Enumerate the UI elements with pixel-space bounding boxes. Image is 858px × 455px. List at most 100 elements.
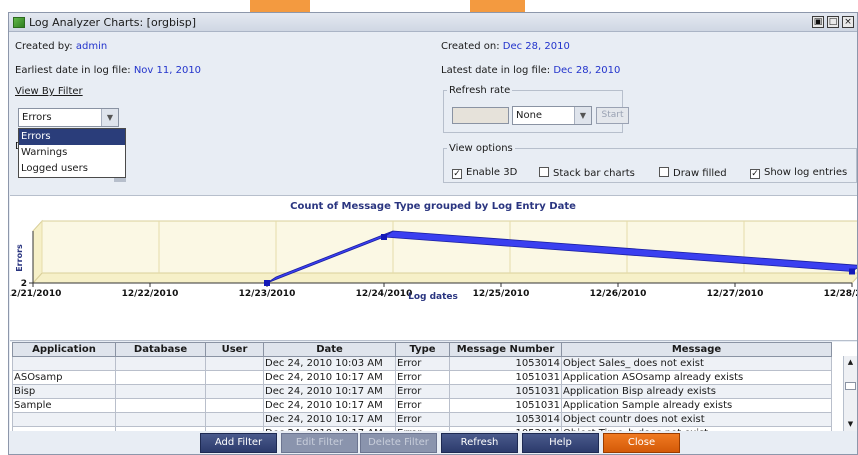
- cell-date: Dec 24, 2010 10:17 AM: [263, 370, 396, 385]
- checkbox-checked-icon[interactable]: ✓: [750, 169, 760, 179]
- cell-message: Application Bisp already exists: [561, 384, 832, 399]
- earliest-date-label: Earliest date in log file:: [15, 65, 131, 76]
- cell-database: [115, 398, 206, 413]
- show-log-entries-checkbox[interactable]: ✓ Show log entries: [750, 167, 847, 179]
- created-on: Created on: Dec 28, 2010: [441, 41, 570, 52]
- draw-filled-checkbox[interactable]: Draw filled: [659, 167, 727, 179]
- edit-filter-button[interactable]: Edit Filter: [281, 433, 358, 453]
- table-row[interactable]: Dec 24, 2010 10:17 AMError1053014Object …: [12, 412, 832, 427]
- scroll-thumb[interactable]: [845, 382, 856, 390]
- chart-x-tick-label: 12/23/2010: [239, 289, 296, 299]
- column-header-application[interactable]: Application: [12, 342, 116, 357]
- cell-database: [115, 384, 206, 399]
- cell-date: Dec 24, 2010 10:17 AM: [263, 398, 396, 413]
- enable-3d-checkbox[interactable]: ✓ Enable 3D: [452, 167, 517, 179]
- draw-filled-label: Draw filled: [673, 168, 727, 179]
- app-icon: [13, 17, 25, 28]
- chart-x-tick-label: 12/22/2010: [122, 289, 179, 299]
- cell-date: Dec 24, 2010 10:03 AM: [263, 356, 396, 371]
- cell-date: Dec 24, 2010 10:17 AM: [263, 426, 396, 431]
- cell-message: Application Sample already exists: [561, 398, 832, 413]
- background-stripe-left: [250, 0, 310, 12]
- checkbox-unchecked-icon[interactable]: [539, 167, 549, 177]
- table-row[interactable]: Dec 24, 2010 10:17 AMError1053014Object …: [12, 426, 832, 431]
- latest-date-value: Dec 28, 2010: [553, 65, 621, 76]
- cell-application: [12, 356, 116, 371]
- chart-x-axis-label: Log dates: [408, 292, 458, 302]
- latest-date-label: Latest date in log file:: [441, 65, 551, 76]
- table-header-row: Application Database User Date Type Mess…: [12, 342, 832, 357]
- delete-filter-button[interactable]: Delete Filter: [360, 433, 437, 453]
- button-bar: Add Filter Edit Filter Delete Filter Ref…: [9, 432, 857, 454]
- show-log-entries-label: Show log entries: [764, 167, 848, 178]
- restore-icon[interactable]: ▣: [812, 16, 824, 28]
- checkbox-checked-icon[interactable]: ✓: [452, 169, 462, 179]
- earliest-date: Earliest date in log file: Nov 11, 2010: [15, 65, 201, 76]
- cell-type: Error: [395, 370, 450, 385]
- cell-user: [205, 412, 264, 427]
- scroll-down-icon[interactable]: ▼: [844, 420, 857, 428]
- cell-message: Object countr does not exist: [561, 412, 832, 427]
- filter-dropdown: Errors Warnings Logged users: [18, 128, 126, 178]
- column-header-message[interactable]: Message: [561, 342, 832, 357]
- cell-message-number: 1051031: [449, 398, 562, 413]
- filter-option-warnings[interactable]: Warnings: [19, 145, 125, 161]
- title-bar[interactable]: Log Analyzer Charts: [orgbisp] ▣ □ ×: [9, 13, 857, 32]
- column-header-database[interactable]: Database: [115, 342, 206, 357]
- column-header-type[interactable]: Type: [395, 342, 450, 357]
- created-by-value: admin: [75, 41, 108, 52]
- refresh-interval-selected: None: [516, 110, 543, 121]
- refresh-interval-combo[interactable]: None ▼: [512, 106, 592, 125]
- table-row[interactable]: Dec 24, 2010 10:03 AM Error 1053014 Object …: [12, 356, 832, 371]
- scroll-up-icon[interactable]: ▲: [844, 358, 857, 366]
- cell-message-number: 1053014: [449, 426, 562, 431]
- maximize-icon[interactable]: □: [827, 16, 839, 28]
- close-button[interactable]: Close: [603, 433, 680, 453]
- column-header-message-number[interactable]: Message Number: [449, 342, 562, 357]
- latest-date: Latest date in log file: Dec 28, 2010: [441, 65, 620, 76]
- chevron-down-icon[interactable]: ▼: [101, 109, 118, 126]
- cell-date: Dec 24, 2010 10:17 AM: [263, 384, 396, 399]
- checkbox-unchecked-icon[interactable]: [659, 167, 669, 177]
- chart-panel: Count of Message Type grouped by Log Ent…: [10, 195, 857, 341]
- chart-data-point: [264, 280, 270, 286]
- cell-database: [115, 426, 206, 431]
- cell-application: [12, 426, 116, 431]
- chart-y-axis-label: Errors: [15, 244, 24, 272]
- message-type-chart: Count of Message Type grouped by Log Ent…: [10, 201, 857, 302]
- chart-title: Count of Message Type grouped by Log Ent…: [290, 201, 576, 212]
- window-title: Log Analyzer Charts: [orgbisp]: [29, 16, 197, 29]
- chart-x-tick-label: 12/25/2010: [473, 289, 530, 299]
- stack-bar-charts-label: Stack bar charts: [553, 168, 635, 179]
- column-header-user[interactable]: User: [205, 342, 264, 357]
- log-entries-grid: Application Database User Date Type Mess…: [12, 342, 832, 431]
- close-icon[interactable]: ×: [842, 16, 854, 28]
- refresh-rate-field[interactable]: [452, 107, 509, 124]
- table-row[interactable]: Sample Dec 24, 2010 10:17 AM Error 1051031 A…: [12, 398, 832, 413]
- table-row[interactable]: ASOsamp Dec 24, 2010 10:17 AM Error 1051031…: [12, 370, 832, 385]
- start-button[interactable]: Start: [596, 107, 629, 124]
- chart-x-tick-label: 12/26/2010: [590, 289, 647, 299]
- chart-x-tick-label: 12/21/2010: [10, 289, 61, 299]
- table-row[interactable]: Bisp Dec 24, 2010 10:17 AM Error 1051031 App…: [12, 384, 832, 399]
- enable-3d-label: Enable 3D: [466, 167, 518, 178]
- column-header-date[interactable]: Date: [263, 342, 396, 357]
- refresh-button[interactable]: Refresh: [441, 433, 518, 453]
- chevron-down-icon[interactable]: ▼: [574, 107, 591, 124]
- filter-option-errors[interactable]: Errors: [19, 129, 125, 145]
- cell-user: [205, 384, 264, 399]
- refresh-rate-legend: Refresh rate: [449, 85, 511, 96]
- cell-application: Sample: [12, 398, 116, 413]
- add-filter-button[interactable]: Add Filter: [200, 433, 277, 453]
- filter-option-logged-users[interactable]: Logged users: [19, 161, 125, 177]
- filter-combo[interactable]: Errors ▼: [18, 108, 119, 127]
- cell-application: [12, 412, 116, 427]
- cell-message: Object Time_h does not exist: [561, 426, 832, 431]
- cell-user: [205, 356, 264, 371]
- chart-floor: [31, 272, 857, 284]
- help-button[interactable]: Help: [522, 433, 599, 453]
- cell-message: Application ASOsamp already exists: [561, 370, 832, 385]
- table-scrollbar[interactable]: ▲ ▼: [843, 356, 857, 431]
- view-options-legend: View options: [449, 143, 513, 154]
- stack-bar-charts-checkbox[interactable]: Stack bar charts: [539, 167, 635, 179]
